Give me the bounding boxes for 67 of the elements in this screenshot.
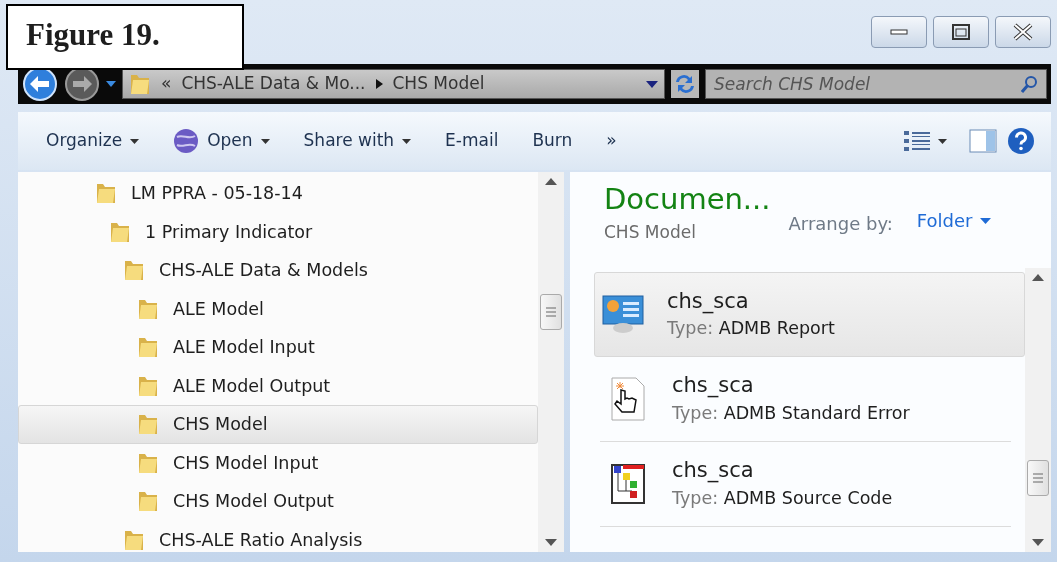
grip-icon	[546, 307, 556, 317]
folder-tree-item[interactable]: ALE Model Output	[18, 366, 538, 405]
file-type: Type: ADMB Source Code	[672, 486, 893, 510]
library-subtitle: CHS Model	[604, 220, 697, 244]
figure-label: Figure 19.	[6, 4, 244, 70]
folder-tree-item[interactable]: CHS Model	[18, 405, 538, 444]
list-view-icon	[904, 130, 930, 152]
scroll-down-icon[interactable]	[545, 539, 557, 546]
overflow-chevron[interactable]: «	[161, 71, 172, 97]
file-item[interactable]: chs_sca Type: ADMB Standard Error	[600, 357, 1011, 442]
folder-tree-item[interactable]: ALE Model Input	[18, 328, 538, 367]
toolbar-button[interactable]: E-mail	[433, 124, 511, 158]
folder-tree-item[interactable]: LM PPRA - 05-18-14	[18, 174, 538, 213]
file-type: Type: ADMB Report	[667, 317, 835, 340]
menu-button[interactable]: Organize	[34, 124, 152, 158]
close-button[interactable]	[995, 16, 1051, 48]
scroll-up-icon[interactable]	[545, 178, 557, 185]
help-icon[interactable]	[1007, 127, 1035, 155]
breadcrumb[interactable]: CHS Model	[392, 71, 485, 97]
scroll-down-icon[interactable]	[1032, 539, 1044, 546]
scroll-thumb[interactable]	[1027, 460, 1049, 496]
breadcrumb[interactable]: CHS-ALE Data & Mo...	[181, 71, 366, 97]
folder-icon	[123, 258, 145, 283]
file-item[interactable]: chs_sca Type: ADMB Source Code	[600, 442, 1011, 527]
minimize-button[interactable]	[871, 16, 927, 48]
caret-icon	[260, 138, 270, 144]
folder-icon	[137, 412, 159, 437]
folder-tree-item[interactable]: CHS Model Output	[18, 482, 538, 521]
minimize-icon	[890, 29, 908, 35]
file-name: chs_sca	[672, 372, 755, 400]
scrollbar[interactable]	[538, 172, 564, 552]
folder-tree-item[interactable]: ALE Model	[18, 289, 538, 328]
file-name: chs_sca	[672, 457, 755, 485]
toolbar-button[interactable]: »	[594, 124, 629, 158]
toolbar-button[interactable]: Burn	[520, 124, 585, 158]
caret-icon	[980, 217, 992, 224]
grip-icon	[1033, 473, 1043, 483]
dropdown-icon[interactable]	[646, 80, 658, 88]
scroll-up-icon[interactable]	[1032, 274, 1044, 281]
folder-icon	[137, 489, 159, 514]
caret-icon	[402, 138, 412, 144]
file-item[interactable]: chs_sca Type: ADMB Report	[594, 272, 1025, 357]
library-title: Documen...	[604, 184, 771, 216]
globe-icon	[173, 128, 200, 154]
dropdown-icon[interactable]	[106, 81, 116, 87]
search-icon	[1021, 75, 1039, 93]
caret-icon	[938, 138, 947, 144]
maximize-button[interactable]	[933, 16, 989, 48]
folder-icon	[95, 181, 117, 206]
arrange-dropdown[interactable]: Folder	[910, 206, 998, 235]
arrange-label: Arrange by:	[788, 212, 893, 236]
folder-tree-item[interactable]: 1 Primary Indicator	[18, 212, 538, 251]
folder-icon	[137, 335, 159, 360]
folder-icon	[129, 72, 151, 96]
folder-tree-item[interactable]: CHS Model Input	[18, 443, 538, 482]
menu-button[interactable]: Share with	[291, 124, 424, 158]
breadcrumb-arrow-icon[interactable]	[375, 79, 383, 89]
address-bar[interactable]: « CHS-ALE Data & Mo... CHS Model	[122, 69, 665, 99]
search-field[interactable]: Search CHS Model	[705, 69, 1047, 99]
folder-tree-item[interactable]: CHS-ALE Data & Models	[18, 251, 538, 290]
open-button[interactable]: Open	[161, 124, 282, 158]
file-type: Type: ADMB Standard Error	[672, 401, 910, 425]
caret-icon	[130, 138, 140, 144]
scroll-thumb[interactable]	[540, 294, 562, 330]
folder-tree-item[interactable]: CHS-ALE Ratio Analysis	[18, 520, 538, 559]
scrollbar[interactable]	[1025, 268, 1051, 552]
file-name: chs_sca	[667, 287, 750, 315]
